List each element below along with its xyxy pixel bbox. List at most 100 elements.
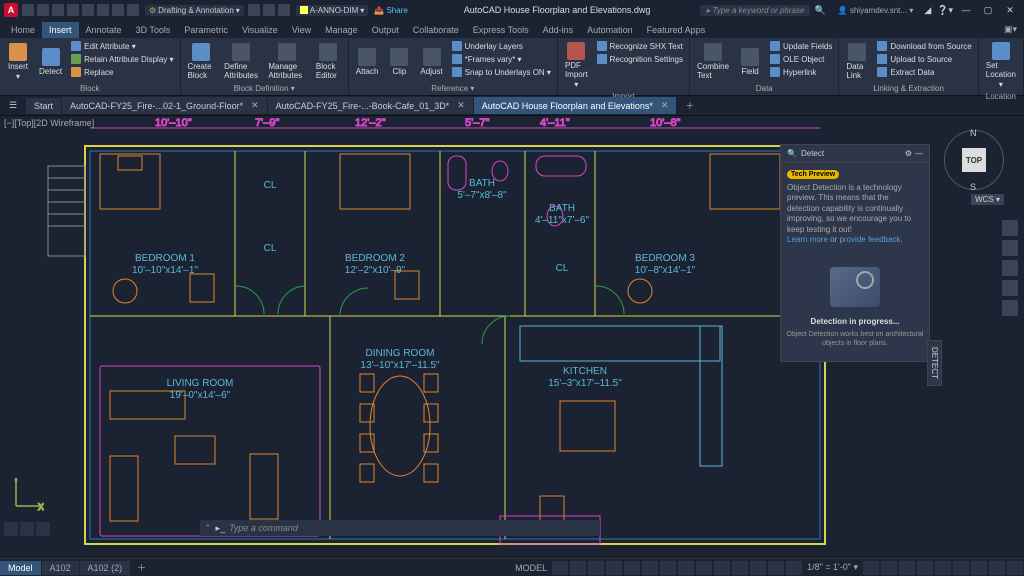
share-button[interactable]: 📤 Share	[374, 6, 408, 15]
qat-icon[interactable]	[248, 4, 260, 16]
new-icon[interactable]	[22, 4, 34, 16]
tab-view[interactable]: View	[285, 22, 318, 38]
otrack-toggle-icon[interactable]	[642, 561, 658, 575]
add-layout-button[interactable]: ＋	[131, 559, 152, 576]
tab-addins[interactable]: Add-ins	[536, 22, 581, 38]
tab-annotate[interactable]: Annotate	[79, 22, 129, 38]
viewcube-face[interactable]: TOP	[962, 148, 986, 172]
layout-tab[interactable]: A102	[42, 561, 79, 575]
manage-attributes-button[interactable]: Manage Attributes	[264, 40, 310, 83]
recognition-settings-button[interactable]: Recognition Settings	[594, 53, 686, 65]
viewcube[interactable]: TOP N S WCS ▾	[944, 130, 1004, 190]
detect-side-tab[interactable]: DETECT	[927, 340, 942, 386]
ucs-icon[interactable]: YX	[10, 478, 44, 512]
annotation-monitor-icon[interactable]	[881, 561, 897, 575]
cycling-icon[interactable]	[696, 561, 712, 575]
upload-source-button[interactable]: Upload to Source	[874, 53, 974, 65]
file-tab[interactable]: AutoCAD-FY25_Fire-...02-1_Ground-Floor*✕	[62, 97, 268, 114]
underlay-layers-button[interactable]: Underlay Layers	[449, 40, 554, 52]
autodesk-icon[interactable]: ◢	[924, 5, 931, 16]
edit-attribute-button[interactable]: Edit Attribute ▾	[68, 40, 176, 52]
customization-icon[interactable]	[1007, 561, 1023, 575]
isolate-icon[interactable]	[953, 561, 969, 575]
feedback-link[interactable]: provide feedback	[839, 235, 900, 244]
extract-data-button[interactable]: Extract Data	[874, 66, 974, 78]
add-tab-button[interactable]: ＋	[677, 96, 702, 115]
retain-attribute-button[interactable]: Retain Attribute Display ▾	[68, 53, 176, 65]
plot-icon[interactable]	[97, 4, 109, 16]
block-editor-button[interactable]: Block Editor	[312, 40, 345, 83]
ortho-toggle-icon[interactable]	[588, 561, 604, 575]
file-tab-menu-icon[interactable]: ☰	[4, 99, 22, 113]
replace-button[interactable]: Replace	[68, 66, 176, 78]
nav-wheel-icon[interactable]	[1002, 220, 1018, 236]
clean-screen-icon[interactable]	[989, 561, 1005, 575]
units-icon[interactable]	[899, 561, 915, 575]
open-icon[interactable]	[37, 4, 49, 16]
tab-output[interactable]: Output	[365, 22, 406, 38]
clip-button[interactable]: Clip	[384, 40, 414, 83]
pdf-import-button[interactable]: PDF Import▾	[561, 40, 592, 91]
qat-icon[interactable]	[278, 4, 290, 16]
attach-button[interactable]: Attach	[352, 40, 383, 83]
define-attributes-button[interactable]: Define Attributes	[220, 40, 262, 83]
file-tab-active[interactable]: AutoCAD House Floorplan and Elevations*✕	[474, 97, 678, 114]
tab-collaborate[interactable]: Collaborate	[406, 22, 466, 38]
layout-tab[interactable]: A102 (2)	[80, 561, 131, 575]
view-ctrl-icon[interactable]	[4, 522, 18, 536]
tab-home[interactable]: Home	[4, 22, 42, 38]
ole-object-button[interactable]: OLE Object	[767, 53, 835, 65]
grid-toggle-icon[interactable]	[552, 561, 568, 575]
set-location-button[interactable]: Set Location▾	[982, 40, 1020, 91]
tab-insert[interactable]: Insert	[42, 22, 79, 38]
maximize-button[interactable]: ▢	[978, 3, 998, 17]
minimize-button[interactable]: —	[956, 3, 976, 17]
pan-icon[interactable]	[1002, 240, 1018, 256]
hyperlink-button[interactable]: Hyperlink	[767, 66, 835, 78]
frames-button[interactable]: *Frames vary* ▾	[449, 53, 554, 65]
layer-dropdown[interactable]: A-ANNO-DIM ▾	[296, 5, 368, 16]
dynamic-ucs-icon[interactable]	[732, 561, 748, 575]
snap-toggle-icon[interactable]	[570, 561, 586, 575]
search-input[interactable]: ▸ Type a keyword or phrase	[700, 5, 810, 16]
gizmo-icon[interactable]	[768, 561, 784, 575]
adjust-button[interactable]: Adjust	[416, 40, 446, 83]
ribbon-collapse-icon[interactable]: ▣▾	[997, 21, 1024, 38]
model-tab[interactable]: Model	[0, 561, 41, 575]
user-menu[interactable]: 👤 shiyamdev.snt... ▾	[838, 6, 914, 15]
help-icon[interactable]: ❔▾	[937, 5, 953, 16]
quick-props-icon[interactable]	[917, 561, 933, 575]
close-icon[interactable]: ✕	[457, 100, 465, 111]
annotation-scale[interactable]: 1/8" = 1'-0" ▾	[803, 562, 862, 573]
panel-blockdef[interactable]: Block Definition ▾	[184, 83, 345, 93]
orbit-icon[interactable]	[1002, 280, 1018, 296]
tab-manage[interactable]: Manage	[318, 22, 365, 38]
close-button[interactable]: ✕	[1000, 3, 1020, 17]
view-label[interactable]: [−][Top][2D Wireframe]	[4, 118, 94, 128]
web-icon[interactable]	[82, 4, 94, 16]
tab-featured[interactable]: Featured Apps	[640, 22, 713, 38]
close-icon[interactable]: ✕	[251, 100, 259, 111]
workspace-switch-icon[interactable]	[863, 561, 879, 575]
undo-icon[interactable]	[112, 4, 124, 16]
tab-parametric[interactable]: Parametric	[177, 22, 235, 38]
view-ctrl-icon[interactable]	[36, 522, 50, 536]
lineweight-icon[interactable]	[660, 561, 676, 575]
workspace-dropdown[interactable]: ⚙InsertDrafting & Annotation ▾	[145, 5, 244, 16]
create-block-button[interactable]: Create Block	[184, 40, 219, 83]
tab-3dtools[interactable]: 3D Tools	[129, 22, 178, 38]
panel-settings-icon[interactable]: ⚙	[905, 149, 912, 158]
search-icon[interactable]: 🔍	[814, 5, 825, 16]
combine-text-button[interactable]: Combine Text	[693, 40, 733, 83]
saveas-icon[interactable]	[67, 4, 79, 16]
view-ctrl-icon[interactable]	[20, 522, 34, 536]
insert-block-button[interactable]: Insert▾	[3, 40, 33, 83]
tab-visualize[interactable]: Visualize	[235, 22, 285, 38]
detect-button[interactable]: Detect	[35, 40, 66, 83]
download-source-button[interactable]: Download from Source	[874, 40, 974, 52]
lock-ui-icon[interactable]	[935, 561, 951, 575]
filter-icon[interactable]	[750, 561, 766, 575]
save-icon[interactable]	[52, 4, 64, 16]
modelspace-toggle[interactable]: MODEL	[511, 563, 551, 573]
polar-toggle-icon[interactable]	[606, 561, 622, 575]
